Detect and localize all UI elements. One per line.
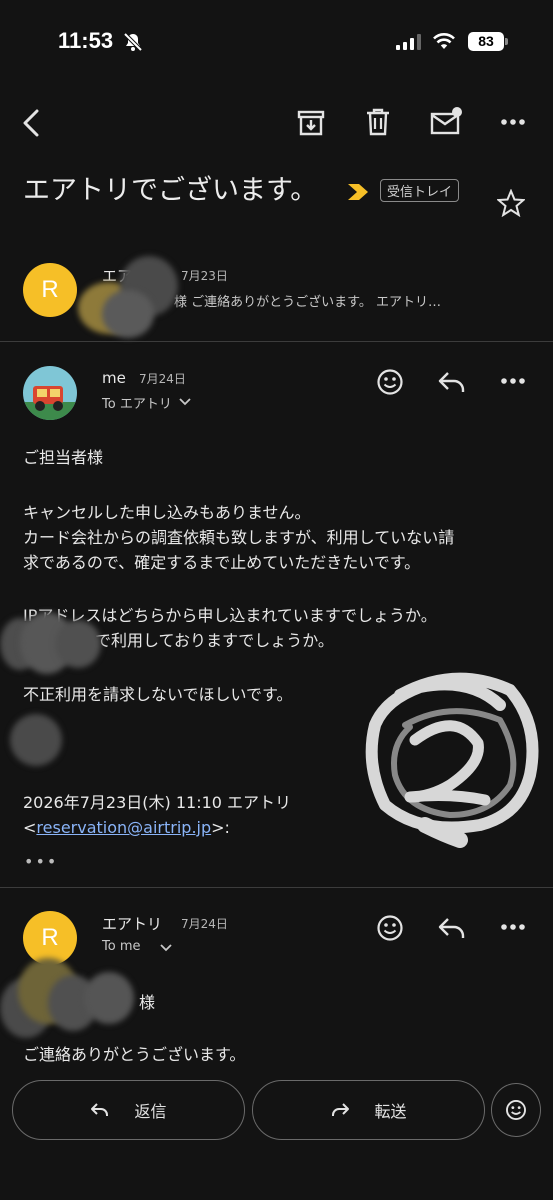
body-line: キャンセルした申し込みもありません。 — [23, 503, 311, 522]
emoji-reaction-button[interactable] — [491, 1083, 541, 1137]
my-avatar[interactable] — [23, 366, 77, 420]
message-divider — [0, 887, 553, 888]
quote-open: < — [23, 818, 37, 837]
star-icon[interactable] — [497, 189, 525, 217]
mark-unread-icon[interactable] — [430, 106, 464, 136]
more-vert-icon[interactable] — [500, 376, 526, 386]
sender-name: me — [102, 369, 126, 387]
more-vert-icon[interactable] — [500, 117, 526, 127]
show-trimmed-button[interactable]: ••• — [24, 852, 58, 871]
message-date: 7月23日 — [181, 269, 228, 283]
body-line: 様 — [139, 993, 156, 1012]
reply-icon[interactable] — [437, 916, 467, 940]
recipient-line[interactable]: To me — [102, 939, 140, 954]
sender-avatar[interactable]: R — [23, 263, 77, 317]
sender-avatar[interactable]: R — [23, 911, 77, 965]
label-inbox-chip[interactable]: 受信トレイ — [380, 179, 460, 202]
back-arrow-icon[interactable] — [20, 108, 44, 138]
message-snippet[interactable]: 様 ご連絡ありがとうございます。 エアトリ… — [174, 291, 441, 310]
forward-icon — [332, 1103, 350, 1116]
wifi-icon — [433, 33, 455, 49]
reply-label: 返信 — [134, 1102, 167, 1121]
forward-label: 転送 — [374, 1102, 407, 1121]
chevron-down-icon[interactable] — [179, 398, 191, 406]
quote-close: >: — [211, 818, 230, 837]
emoji-icon — [506, 1100, 526, 1120]
handwritten-annotation — [365, 672, 539, 848]
body-line: ご担当者様 — [23, 448, 104, 467]
status-time: 11:53 — [58, 28, 114, 53]
label-arrow-icon — [348, 184, 368, 200]
delete-icon[interactable] — [364, 107, 392, 137]
emoji-icon[interactable] — [376, 368, 404, 396]
archive-icon[interactable] — [296, 108, 326, 138]
signal-icon — [396, 34, 421, 50]
body-line: 不正利用を請求しないでほしいです。 — [23, 685, 293, 704]
quote-email-line: <reservation@airtrip.jp>: — [23, 815, 230, 840]
body-line: で利用しておりますでしょうか。 — [95, 631, 334, 650]
reply-icon — [91, 1103, 109, 1116]
reply-icon[interactable] — [437, 370, 467, 394]
battery-cap — [505, 38, 508, 45]
silent-bell-icon — [123, 32, 143, 52]
more-vert-icon[interactable] — [500, 922, 526, 932]
email-subject: エアトリでございます。 — [23, 175, 318, 206]
emoji-icon[interactable] — [376, 914, 404, 942]
reply-button[interactable]: 返信 — [12, 1080, 245, 1140]
body-line: カード会社からの調査依頼も致しますが、利用していない請 — [23, 528, 455, 547]
chevron-down-icon[interactable] — [160, 944, 172, 952]
redaction-blob — [10, 714, 62, 766]
redaction-blob — [84, 972, 134, 1024]
quote-email-link[interactable]: reservation@airtrip.jp — [36, 818, 211, 837]
battery-level: 83 — [468, 32, 504, 51]
body-line: 求であるので、確定するまで止めていただきたいです。 — [23, 553, 421, 572]
redaction-blob — [55, 620, 101, 668]
quote-header: 2026年7月23日(木) 11:10 エアトリ — [23, 793, 292, 812]
forward-button[interactable]: 転送 — [252, 1080, 485, 1140]
message-date: 7月24日 — [139, 372, 186, 386]
redaction-blob — [102, 290, 154, 338]
message-date: 7月24日 — [181, 917, 228, 931]
recipient-line[interactable]: To エアトリ — [102, 393, 172, 412]
sender-name: エアトリ — [102, 915, 163, 933]
message-divider — [0, 341, 553, 342]
